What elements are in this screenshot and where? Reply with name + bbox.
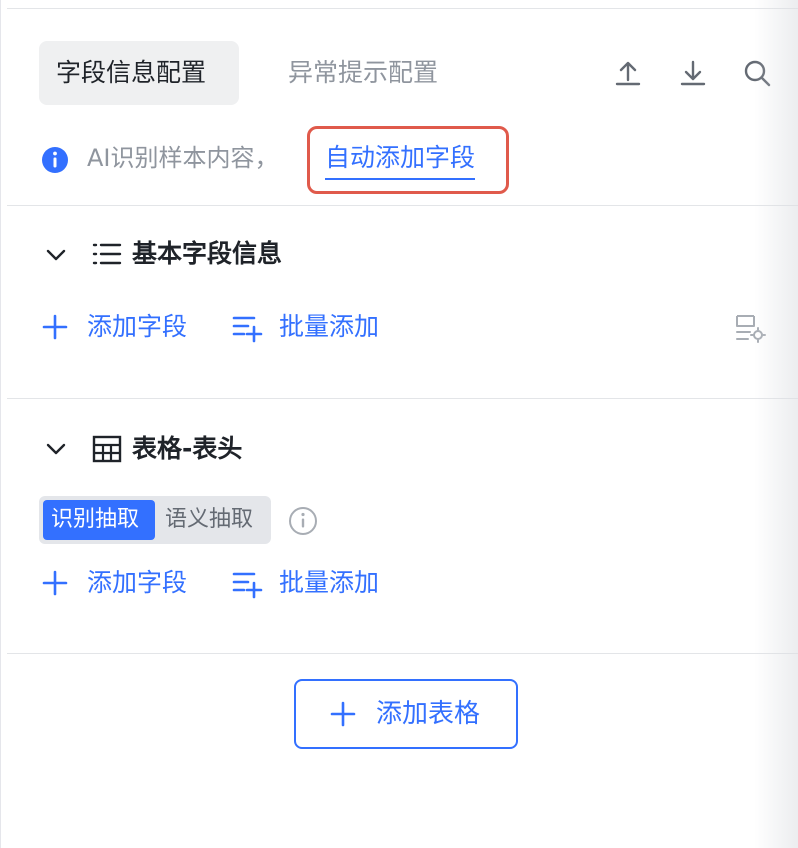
table-icon (92, 435, 122, 463)
batch-add-button[interactable]: 批量添加 (279, 309, 379, 345)
extraction-mode-toggle: 识别抽取 语义抽取 (39, 496, 271, 544)
chevron-down-icon[interactable] (43, 436, 69, 462)
field-settings-icon[interactable] (734, 312, 766, 344)
section-title-basic: 基本字段信息 (132, 239, 283, 268)
plus-icon[interactable] (39, 311, 71, 343)
scroll-shadow (754, 0, 798, 848)
upload-icon[interactable] (613, 58, 643, 88)
auto-add-field-link[interactable]: 自动添加字段 (325, 140, 476, 180)
plus-icon[interactable] (39, 567, 71, 599)
ai-hint-text: AI识别样本内容， (87, 144, 279, 172)
divider (7, 398, 798, 399)
add-field-button[interactable]: 添加字段 (87, 309, 187, 345)
list-icon (92, 243, 122, 265)
search-icon[interactable] (742, 58, 772, 88)
chevron-down-icon[interactable] (43, 242, 69, 268)
add-field-button[interactable]: 添加字段 (87, 565, 187, 601)
info-icon (42, 147, 68, 173)
download-icon[interactable] (678, 58, 708, 88)
section-title-table-header: 表格-表头 (132, 434, 243, 463)
config-panel: 字段信息配置 异常提示配置 AI识别样本内容， 自动添加字段 基本字段信息 添加… (0, 0, 798, 848)
tab-exception-config[interactable]: 异常提示配置 (271, 41, 455, 105)
option-semantic-extract[interactable]: 语义抽取 (157, 500, 267, 540)
plus-icon (330, 701, 356, 727)
batch-add-icon[interactable] (231, 567, 263, 599)
option-recognition-extract[interactable]: 识别抽取 (43, 500, 155, 540)
batch-add-button[interactable]: 批量添加 (279, 565, 379, 601)
divider (7, 205, 798, 206)
batch-add-icon[interactable] (231, 311, 263, 343)
top-divider (7, 8, 798, 9)
add-table-label: 添加表格 (376, 699, 481, 729)
add-table-button[interactable]: 添加表格 (294, 679, 518, 749)
tab-field-config[interactable]: 字段信息配置 (39, 41, 239, 105)
info-outline-icon[interactable] (287, 505, 319, 537)
divider (7, 653, 798, 654)
